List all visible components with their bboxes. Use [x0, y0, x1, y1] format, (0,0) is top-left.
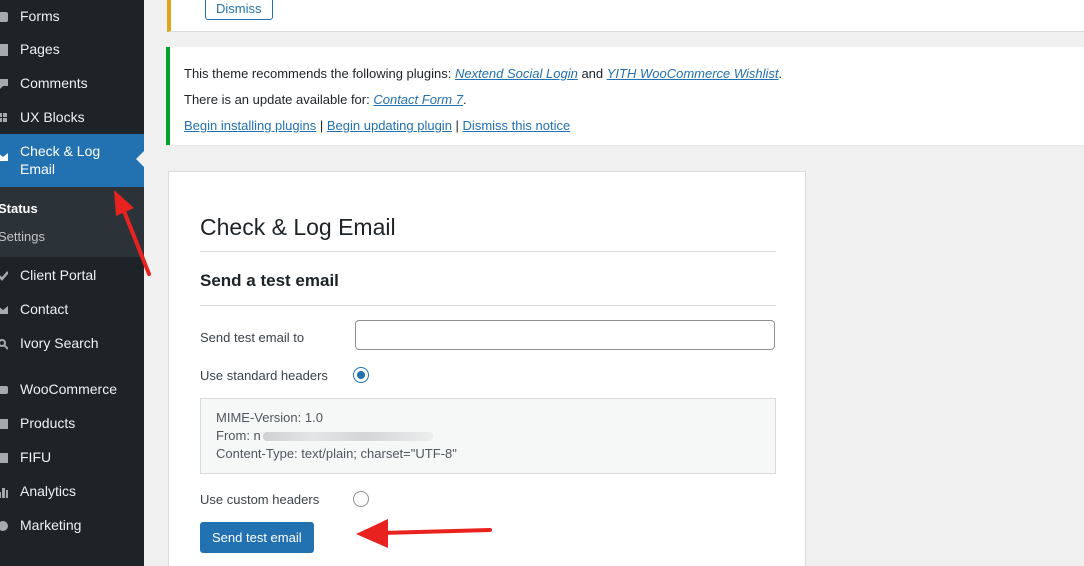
divider [200, 305, 776, 306]
update-notice: Dismiss [167, 0, 1084, 32]
sidebar-item-label: Check & Log Email [20, 143, 101, 177]
redacted-email-blur [262, 432, 433, 442]
dismiss-notice-link[interactable]: Dismiss this notice [463, 118, 571, 133]
analytics-icon [0, 485, 8, 498]
plugins-notice: This theme recommends the following plug… [166, 47, 1084, 145]
headers-preview: MIME-Version: 1.0 From: n Content-Type: … [200, 398, 776, 474]
separator: | [316, 118, 327, 133]
sidebar-item-label: Forms [20, 7, 60, 24]
section-title: Send a test email [200, 271, 339, 290]
email-icon [0, 150, 8, 162]
link-yith-wishlist[interactable]: YITH WooCommerce Wishlist [607, 66, 779, 81]
custom-headers-radio[interactable] [353, 491, 369, 507]
contact-icon [0, 303, 8, 315]
sidebar-item-label: Contact [20, 301, 69, 317]
sidebar-item-label: UX Blocks [20, 109, 85, 125]
sidebar-item-label: WooCommerce [20, 381, 117, 397]
sidebar-item-ivory-search[interactable]: Ivory Search [0, 326, 144, 360]
sidebar-item-forms[interactable]: Forms [0, 0, 144, 31]
sidebar-item-label: Products [20, 415, 76, 431]
standard-headers-label: Use standard headers [200, 368, 328, 383]
sidebar-item-check-log-email[interactable]: Check & Log Email [0, 134, 144, 187]
sidebar-item-analytics[interactable]: Analytics [0, 474, 144, 508]
page-title: Check & Log Email [200, 214, 396, 240]
sidebar-item-label: Client Portal [20, 267, 97, 283]
fifu-icon [0, 451, 8, 463]
notice-text: . [462, 92, 467, 107]
woocommerce-icon [0, 383, 8, 395]
custom-headers-label: Use custom headers [200, 492, 320, 507]
notice-text: There is an update available for: [184, 92, 374, 107]
pages-icon [0, 43, 8, 56]
sidebar-item-woocommerce[interactable]: WooCommerce [0, 372, 144, 406]
sidebar-item-label: Comments [20, 75, 88, 91]
marketing-icon [0, 519, 8, 531]
search-icon [0, 337, 9, 350]
sidebar-item-contact[interactable]: Contact [0, 292, 144, 326]
dismiss-button[interactable]: Dismiss [205, 0, 273, 20]
header-line-text: From: n [216, 428, 261, 443]
active-indicator [136, 151, 144, 167]
separator: | [451, 118, 463, 133]
sidebar-item-fifu[interactable]: FIFU [0, 440, 144, 474]
plugins-update-line: There is an update available for: Contac… [184, 92, 467, 107]
admin-sidebar: Forms Pages Comments UX Blocks Check & L… [0, 0, 144, 566]
sidebar-item-label: Analytics [20, 483, 77, 499]
header-line: Content-Type: text/plain; charset="UTF-8… [216, 446, 457, 461]
plugins-actions-line: Begin installing plugins | Begin updatin… [184, 118, 570, 133]
submenu-item-status[interactable]: Status [0, 201, 38, 216]
notice-text: and [577, 66, 607, 81]
forms-icon [0, 10, 8, 22]
sidebar-item-label: Pages [20, 41, 60, 57]
link-contact-form-7[interactable]: Contact Form 7 [373, 92, 463, 107]
sidebar-item-comments[interactable]: Comments [0, 66, 144, 100]
begin-installing-plugins-link[interactable]: Begin installing plugins [184, 118, 316, 133]
products-icon [0, 417, 8, 429]
sidebar-item-label: FIFU [20, 449, 52, 465]
notice-text: This theme recommends the following plug… [184, 66, 455, 81]
send-to-label: Send test email to [200, 330, 305, 345]
comments-icon [0, 77, 8, 89]
send-to-input[interactable] [355, 320, 775, 350]
sidebar-item-marketing[interactable]: Marketing [0, 508, 144, 542]
sidebar-item-products[interactable]: Products [0, 406, 144, 440]
client-portal-icon [0, 269, 9, 281]
sidebar-item-client-portal[interactable]: Client Portal [0, 258, 144, 292]
divider [200, 251, 776, 252]
begin-updating-plugin-link[interactable]: Begin updating plugin [327, 118, 452, 133]
send-test-email-button[interactable]: Send test email [200, 522, 314, 553]
sidebar-item-ux-blocks[interactable]: UX Blocks [0, 100, 144, 134]
notice-text: . [778, 66, 783, 81]
sidebar-item-label: Ivory Search [20, 335, 99, 351]
sidebar-item-pages[interactable]: Pages [0, 32, 144, 66]
submenu-item-settings[interactable]: Settings [0, 229, 45, 244]
standard-headers-radio[interactable] [353, 367, 369, 383]
header-line: From: n [216, 427, 433, 445]
sidebar-submenu: Status Settings [0, 187, 144, 257]
link-nextend-social-login[interactable]: Nextend Social Login [455, 66, 578, 81]
test-email-card: Check & Log Email Send a test email Send… [168, 171, 806, 566]
header-line: MIME-Version: 1.0 [216, 410, 323, 425]
sidebar-item-label: Marketing [20, 517, 82, 533]
ux-blocks-icon [0, 111, 8, 123]
plugins-recommend-line: This theme recommends the following plug… [184, 66, 782, 81]
